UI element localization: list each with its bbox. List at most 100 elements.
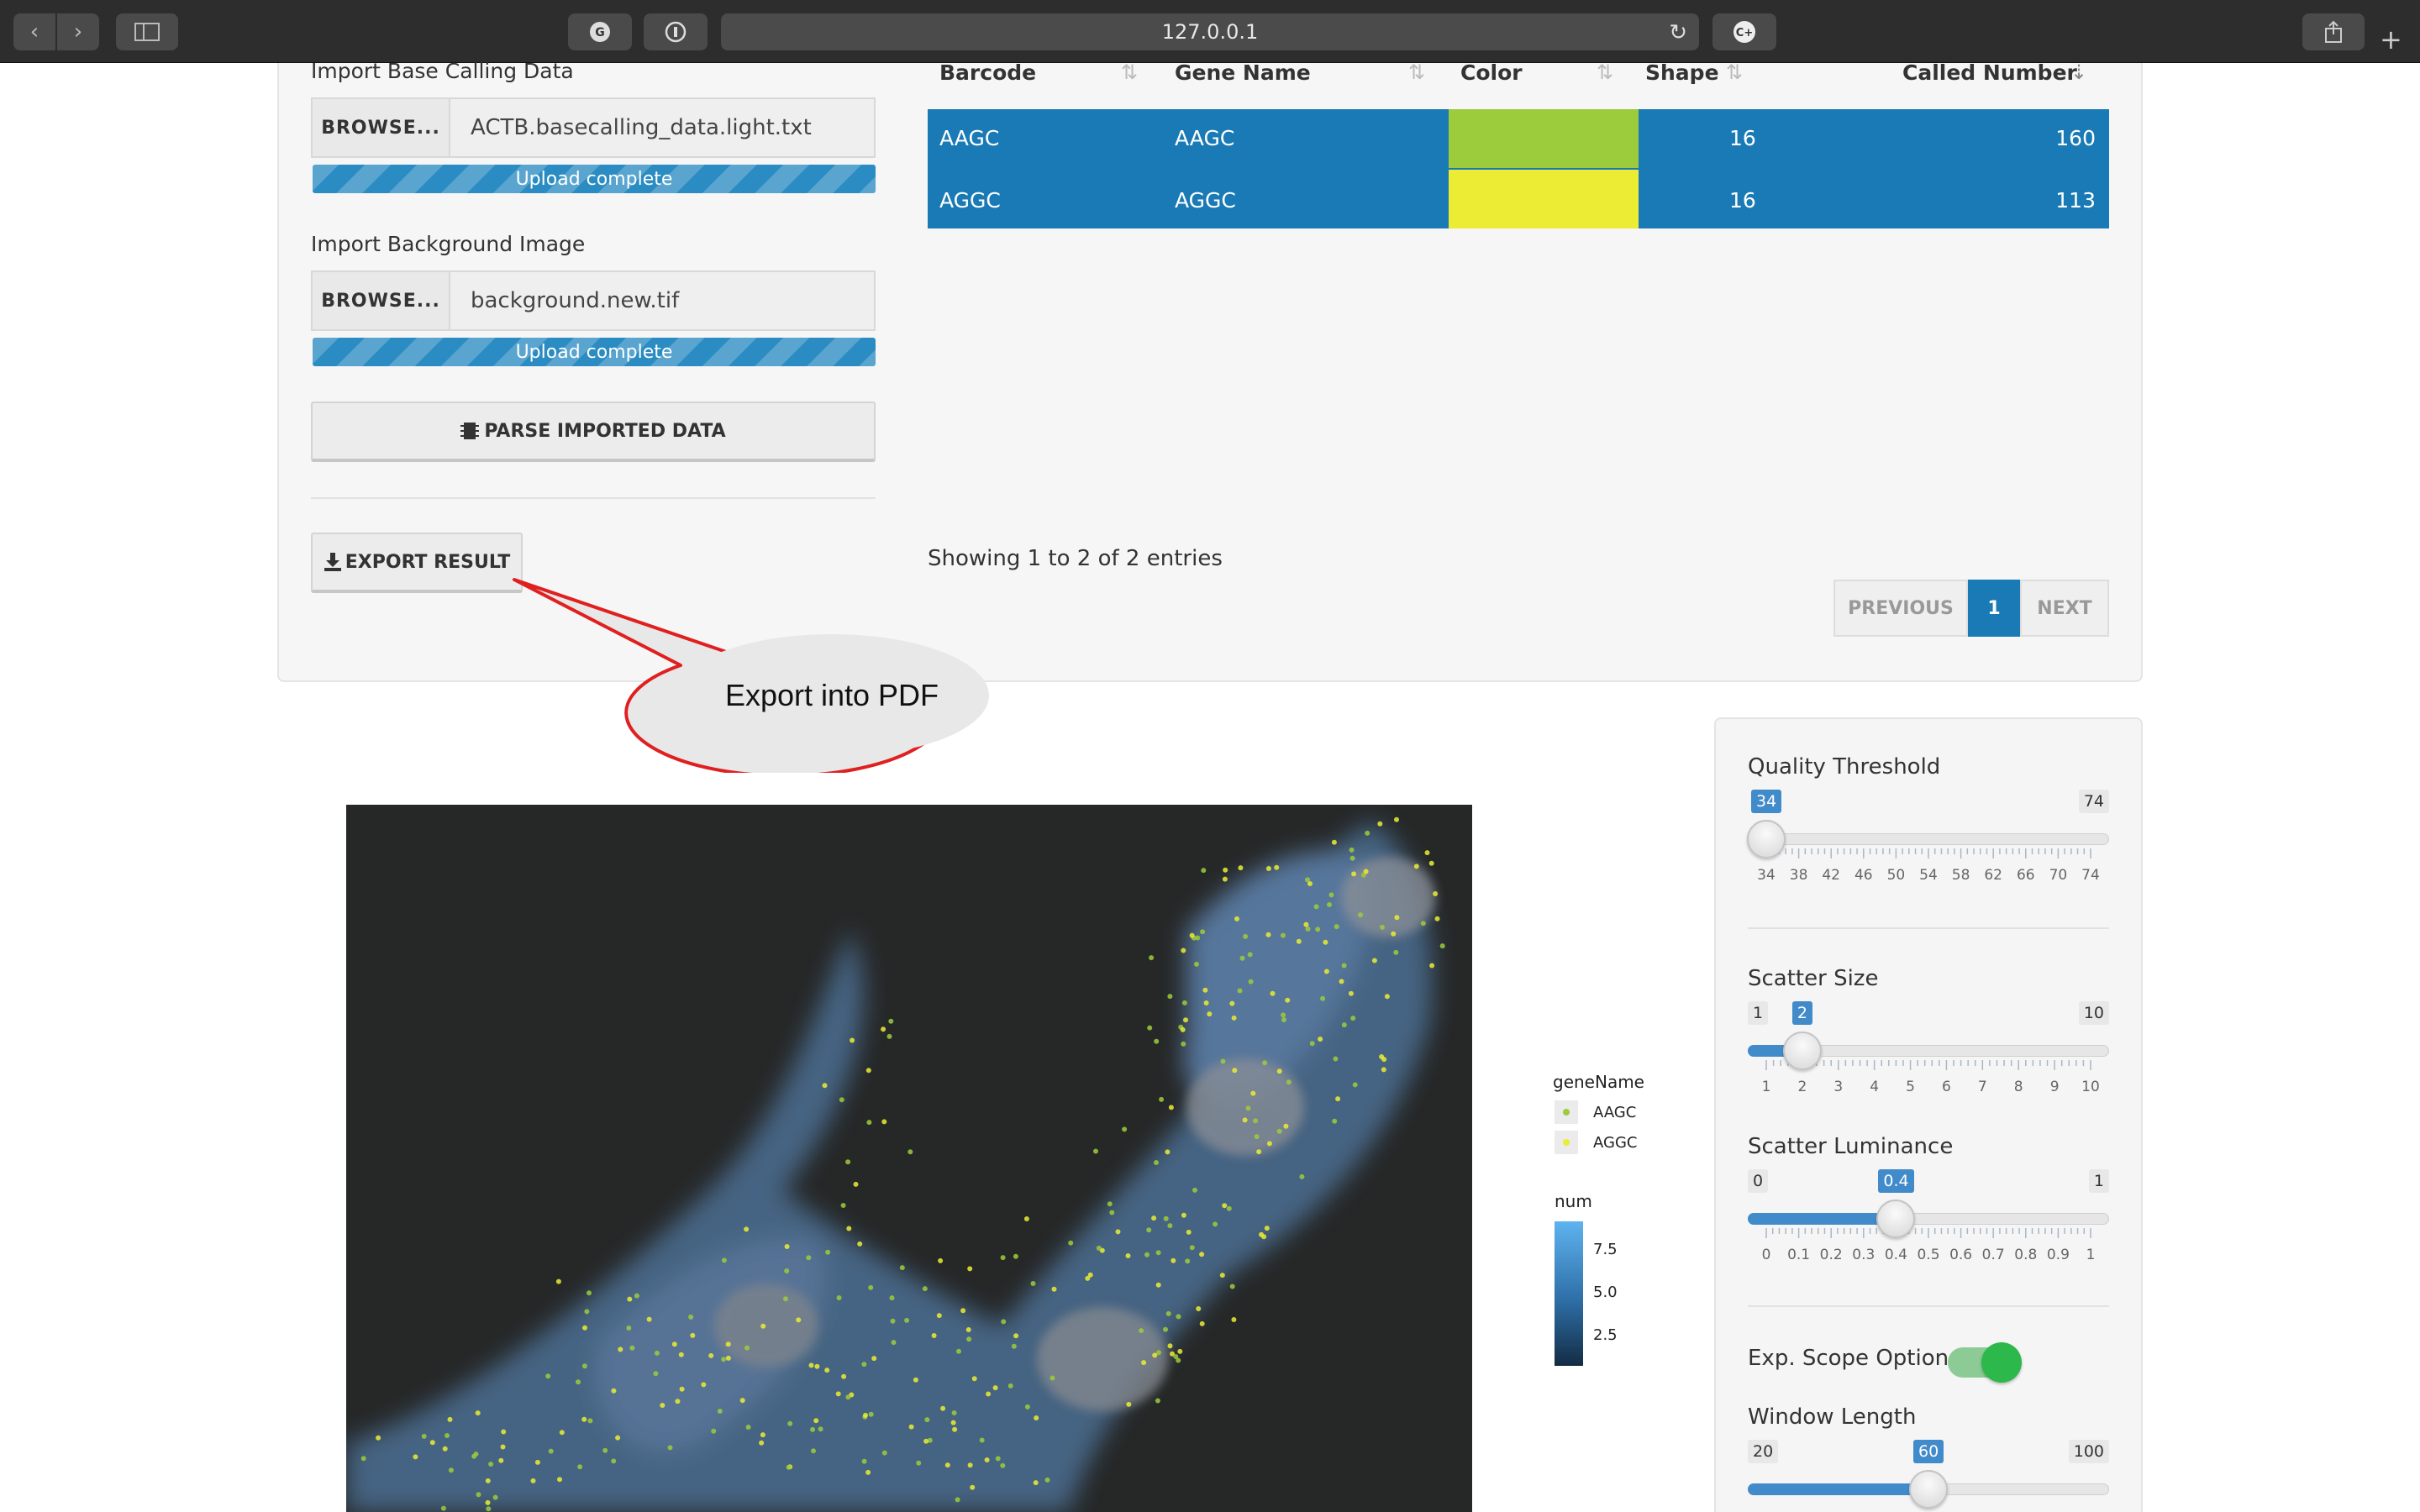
cell-called-number: 160 <box>2055 126 2096 150</box>
scatter-dot <box>923 1438 929 1444</box>
slider-tick-label: 1 <box>2086 1247 2096 1263</box>
scatter-dot <box>488 1462 494 1467</box>
scatter-dot <box>1013 1253 1018 1259</box>
page-1-button[interactable]: 1 <box>1968 580 2020 637</box>
scatter-dot <box>841 1373 847 1379</box>
password-manager-icon[interactable] <box>644 13 708 50</box>
scatter-dot <box>1168 1105 1174 1110</box>
extension-c-icon[interactable]: C+ <box>1712 13 1776 50</box>
slider-tick-label: 62 <box>1984 867 2003 884</box>
sort-icon[interactable]: ⇅ <box>1726 60 1743 84</box>
scatter-dot <box>1163 1215 1169 1221</box>
address-bar[interactable]: 127.0.0.1 ↻ <box>721 13 1699 50</box>
back-icon[interactable]: ‹ <box>13 13 55 50</box>
scatter-dot <box>559 1430 565 1436</box>
background-file-input[interactable]: BROWSE... background.new.tif <box>311 270 876 331</box>
window-length-slider[interactable]: 20 100 60 <box>1748 1440 2109 1512</box>
scatter-dot <box>960 1308 966 1314</box>
scatter-dot <box>1229 1000 1235 1006</box>
previous-button[interactable]: PREVIOUS <box>1833 580 1968 637</box>
svg-text:G: G <box>595 26 605 39</box>
scatter-dot <box>1201 868 1207 874</box>
slider-track[interactable] <box>1748 833 2109 845</box>
scatter-dot <box>1154 1038 1160 1044</box>
scatter-dot <box>1229 1284 1235 1289</box>
cell-shape: 16 <box>1729 126 1756 150</box>
column-shape[interactable]: Shape <box>1645 60 1719 85</box>
scatter-dot <box>671 1341 677 1347</box>
slider-handle[interactable] <box>1747 820 1786 858</box>
scatter-dot <box>1181 1000 1187 1005</box>
slider-tick-label: 0.9 <box>2046 1247 2070 1263</box>
slider-tick-label: 0.5 <box>1917 1247 1940 1263</box>
parse-data-button[interactable]: PARSE IMPORTED DATA <box>311 402 876 462</box>
scatter-dot <box>1181 1041 1186 1047</box>
scatter-dot <box>1428 860 1434 866</box>
slider-fill <box>1748 1483 1928 1495</box>
scatter-dot <box>1327 902 1332 907</box>
column-gene-name[interactable]: Gene Name <box>1175 60 1311 85</box>
sort-icon[interactable]: ⇅ <box>1408 60 1425 84</box>
table-row[interactable]: AAGC AAGC 16 160 <box>928 109 2109 168</box>
slider-handle[interactable] <box>1909 1470 1948 1509</box>
extension-g-icon[interactable]: G <box>568 13 632 50</box>
browse-button[interactable]: BROWSE... <box>313 99 450 156</box>
scatter-dot <box>916 1460 922 1466</box>
toggle-knob[interactable] <box>1981 1342 2022 1383</box>
scatter-dot <box>1381 1057 1387 1063</box>
scatter-dot <box>678 1352 684 1357</box>
column-called-number[interactable]: Called Number <box>1902 60 2077 85</box>
reload-icon[interactable]: ↻ <box>1669 20 1687 45</box>
sort-desc-icon[interactable]: ⇣ <box>2070 60 2087 84</box>
column-barcode[interactable]: Barcode <box>939 60 1036 85</box>
scatter-dot <box>626 1326 632 1331</box>
scatter-dot <box>1281 1012 1286 1018</box>
browse-button[interactable]: BROWSE... <box>313 272 450 329</box>
scatter-dot <box>1231 1015 1237 1021</box>
quality-threshold-slider[interactable]: 3474343438424650545862667074 <box>1747 790 2109 890</box>
scatter-dot <box>473 1452 479 1457</box>
scatter-dot <box>1044 1477 1050 1483</box>
table-row[interactable]: AGGC AGGC 16 113 <box>928 170 2109 228</box>
scatter-dot <box>545 1373 551 1379</box>
scatter-size-slider[interactable]: 1 10 2 1 2 3 4 5 6 7 8 9 10 <box>1748 1001 2109 1102</box>
next-button[interactable]: NEXT <box>2020 580 2109 637</box>
slider-tick-label: 74 <box>2081 867 2100 884</box>
scatter-dot <box>760 1432 765 1438</box>
scatter-dot <box>955 1497 960 1503</box>
column-color[interactable]: Color <box>1460 60 1523 85</box>
slider-tick-label: 0.6 <box>1949 1247 1973 1263</box>
scatter-dot <box>721 1357 727 1362</box>
scatter-dot <box>1420 921 1426 927</box>
scatter-dot <box>1391 931 1397 937</box>
scatter-dot <box>760 1323 766 1329</box>
scatter-dot <box>1050 1375 1055 1381</box>
legend-num-title: num <box>1555 1191 1592 1211</box>
slider-handle[interactable] <box>1782 1032 1822 1070</box>
background-image-plot <box>346 805 1472 1512</box>
sidebar-toggle-icon[interactable] <box>116 13 178 50</box>
slider-tick-label: 5 <box>1906 1079 1915 1095</box>
scatter-luminance-slider[interactable]: 0 1 0.4 0 0.1 0.2 0.3 0.4 0.5 0.6 0.7 0.8 0.9 1 <box>1748 1169 2109 1270</box>
scatter-dot <box>866 1120 872 1126</box>
new-tab-icon[interactable]: + <box>2380 24 2413 57</box>
scatter-dot <box>1180 1026 1186 1032</box>
scatter-dot <box>853 1181 859 1187</box>
quality-threshold-label: Quality Threshold <box>1748 754 1941 780</box>
sort-icon[interactable]: ⇅ <box>1597 60 1613 84</box>
scatter-dot <box>1023 1216 1029 1221</box>
scatter-dot <box>1192 1187 1197 1193</box>
exp-scope-toggle[interactable] <box>1948 1342 2022 1383</box>
scatter-dot <box>1280 932 1286 938</box>
table-info: Showing 1 to 2 of 2 entries <box>928 546 1223 571</box>
slider-min-badge: 1 <box>1748 1001 1769 1025</box>
slider-min-badge: 0 <box>1748 1169 1769 1193</box>
sort-icon[interactable]: ⇅ <box>1121 60 1138 84</box>
scatter-dot <box>1303 921 1309 927</box>
share-icon[interactable] <box>2302 13 2365 50</box>
scatter-dot <box>1265 932 1271 937</box>
base-calling-file-input[interactable]: BROWSE... ACTB.basecalling_data.light.tx… <box>311 97 876 158</box>
forward-icon[interactable]: › <box>57 13 99 50</box>
scatter-dot <box>582 1325 587 1331</box>
scatter-dot <box>846 1226 852 1231</box>
